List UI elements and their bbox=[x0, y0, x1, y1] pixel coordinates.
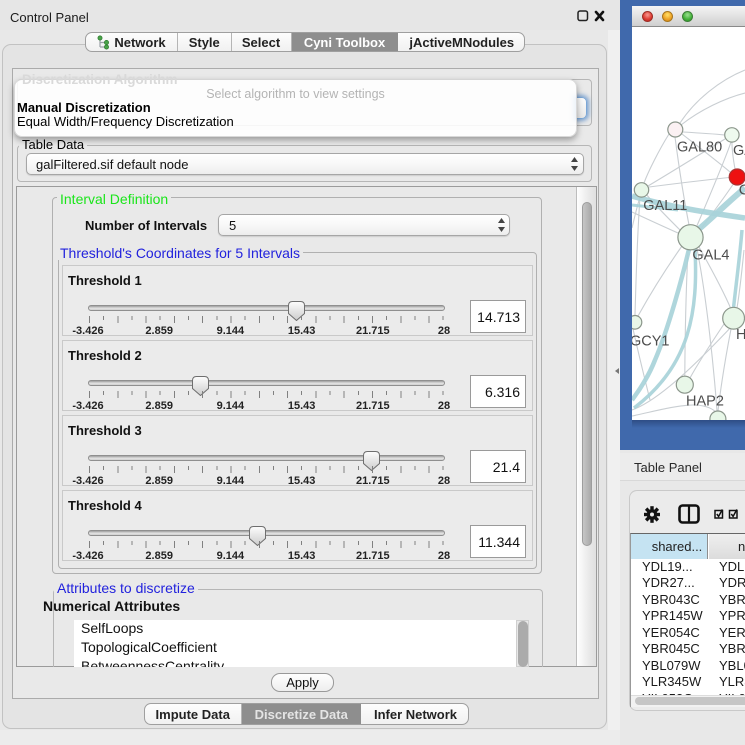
svg-text:GAL4: GAL4 bbox=[692, 248, 729, 264]
svg-text:GAL80: GAL80 bbox=[677, 140, 722, 156]
svg-text:HA: HA bbox=[736, 327, 745, 343]
svg-text:GCY1: GCY1 bbox=[632, 333, 670, 349]
svg-text:C: C bbox=[739, 182, 745, 198]
svg-text:HAP2: HAP2 bbox=[686, 394, 724, 410]
svg-text:GA: GA bbox=[733, 143, 745, 159]
svg-text:GAL11: GAL11 bbox=[643, 198, 687, 214]
